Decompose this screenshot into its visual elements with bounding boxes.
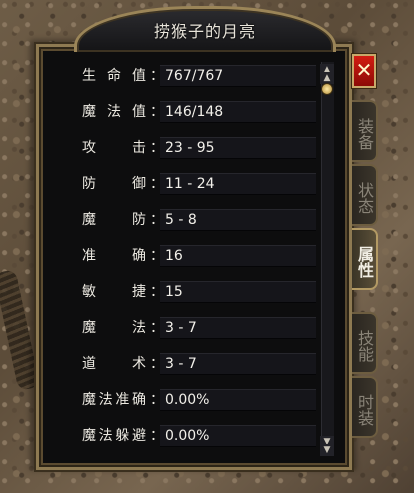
stat-label-magic-defense: 魔防 <box>82 212 146 228</box>
tab-attributes[interactable]: 属性 <box>352 228 378 290</box>
stat-value-hp: 767/767 <box>165 68 224 84</box>
stat-value-taoism: 3 - 7 <box>165 356 197 372</box>
stat-colon: ： <box>150 140 164 156</box>
stat-value-mp: 146/148 <box>165 104 224 120</box>
stat-label-hp: 生命值 <box>82 68 146 84</box>
stat-label-magic-evasion: 魔法躲避 <box>82 428 146 444</box>
stat-colon: ： <box>150 248 164 264</box>
stat-label-taoism: 道术 <box>82 356 146 372</box>
stat-colon: ： <box>150 212 164 228</box>
stat-value-agility: 15 <box>165 284 183 300</box>
scroll-up-arrow-icon-2[interactable]: ▲ <box>320 72 334 84</box>
tab-equipment[interactable]: 装备 <box>352 100 378 162</box>
close-button[interactable]: ✕ <box>352 54 376 88</box>
stat-label-magic-accuracy: 魔法准确 <box>82 392 146 408</box>
window-title: 捞猴子的月亮 <box>153 22 256 41</box>
scrollbar-track[interactable] <box>321 62 334 456</box>
stat-value-attack: 23 - 95 <box>165 140 215 156</box>
stat-colon: ： <box>150 176 164 192</box>
stat-label-attack: 攻击 <box>82 140 146 156</box>
tab-skills[interactable]: 技能 <box>352 312 378 374</box>
stat-value-magic-defense: 5 - 8 <box>165 212 197 228</box>
stat-colon: ： <box>150 356 164 372</box>
stat-colon: ： <box>150 68 164 84</box>
stat-value-magic-evasion: 0.00% <box>165 428 210 444</box>
stat-value-magic: 3 - 7 <box>165 320 197 336</box>
stat-value-magic-accuracy: 0.00% <box>165 392 210 408</box>
stat-label-accuracy: 准确 <box>82 248 146 264</box>
stat-colon: ： <box>150 392 164 408</box>
stat-value-accuracy: 16 <box>165 248 183 264</box>
stat-label-agility: 敏捷 <box>82 284 146 300</box>
scrollbar-thumb[interactable] <box>322 84 332 94</box>
stat-label-magic: 魔法 <box>82 320 146 336</box>
tab-fashion[interactable]: 时装 <box>352 376 378 438</box>
stat-value-defense: 11 - 24 <box>165 176 215 192</box>
scroll-down-arrow-icon-2[interactable]: ▼ <box>320 444 334 456</box>
tab-status[interactable]: 状态 <box>352 164 378 226</box>
stat-label-mp: 魔法值 <box>82 104 146 120</box>
stat-colon: ： <box>150 320 164 336</box>
stat-colon: ： <box>150 428 164 444</box>
stat-colon: ： <box>150 104 164 120</box>
stat-label-defense: 防御 <box>82 176 146 192</box>
stat-colon: ： <box>150 284 164 300</box>
